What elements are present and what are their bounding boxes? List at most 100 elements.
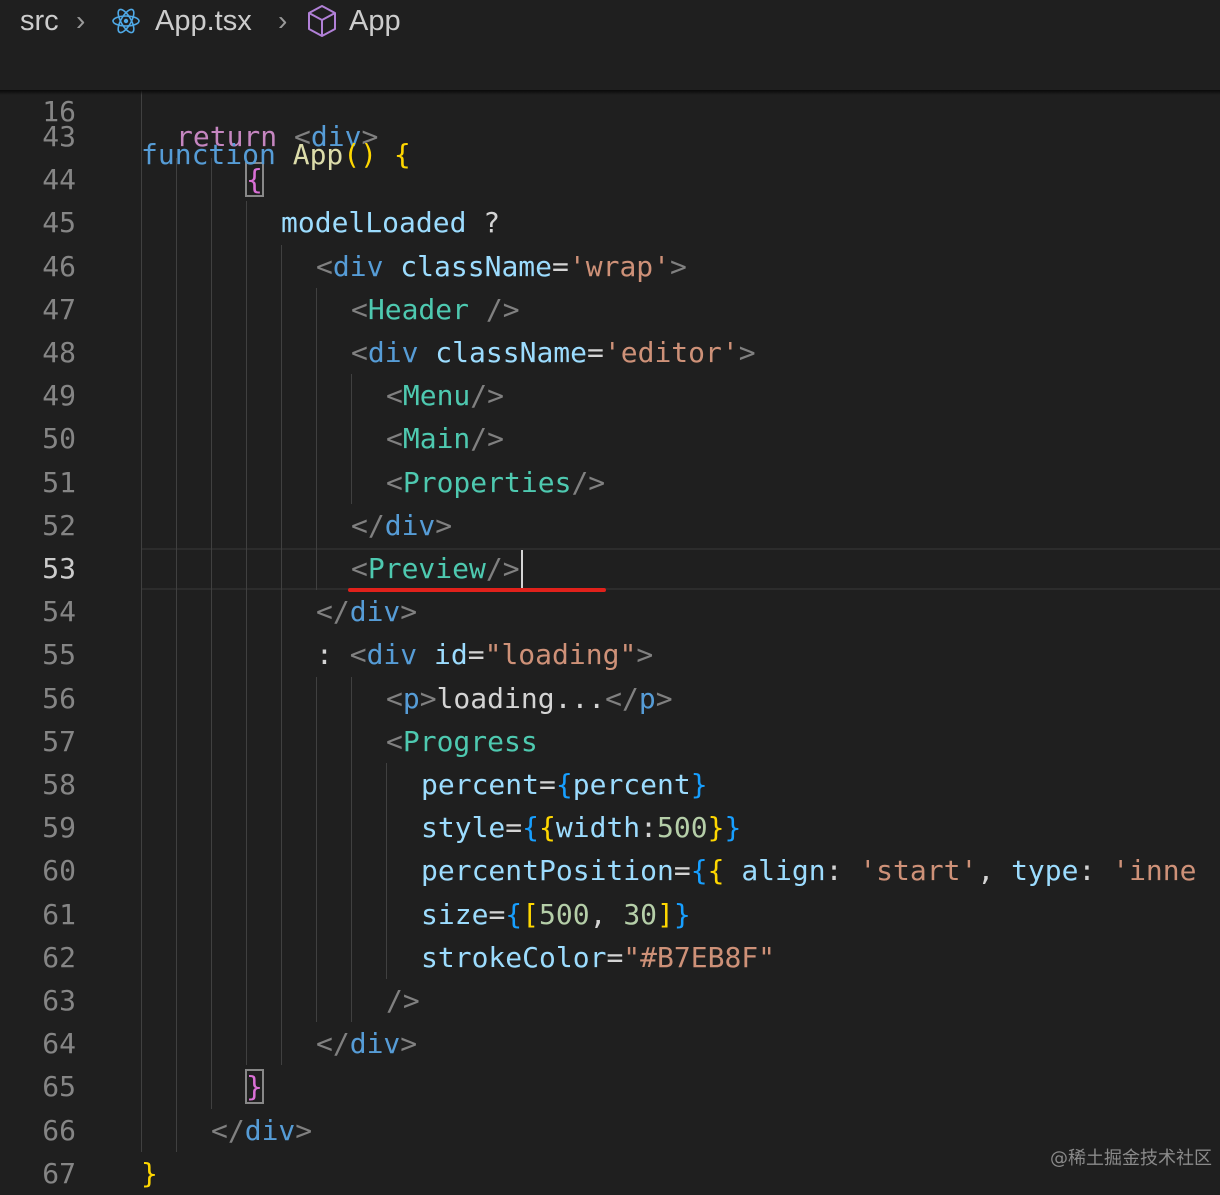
code-token: { — [707, 854, 725, 888]
code-token: } — [690, 768, 708, 801]
code-token: Properties — [402, 465, 572, 499]
code-token: div — [384, 508, 436, 542]
code-token: </ — [605, 681, 639, 715]
code-line[interactable]: 62 strokeColor="#B7EB8F" — [0, 936, 1220, 979]
code-token: = — [539, 768, 556, 801]
line-number: 53 — [42, 552, 76, 585]
code-line[interactable]: 45 modelLoaded ? — [0, 201, 1220, 244]
line-number: 46 — [42, 249, 76, 283]
chevron-right-icon: › — [278, 5, 288, 36]
code-line[interactable]: 46 <div className='wrap'> — [0, 245, 1220, 288]
code-token: = — [552, 249, 569, 283]
code-token: /> — [485, 292, 520, 326]
code-token: > — [670, 249, 687, 283]
code-token: { — [522, 811, 540, 845]
breadcrumb: src › App.tsx › App — [0, 0, 1220, 42]
code-token: } — [245, 1069, 264, 1105]
code-token: } — [141, 1156, 158, 1190]
code-token: , — [589, 897, 624, 931]
code-token: modelLoaded — [281, 206, 467, 240]
breadcrumb-item-file[interactable]: App.tsx — [155, 3, 252, 39]
code-line[interactable]: 65} — [0, 1065, 1220, 1108]
code-token: < — [386, 422, 403, 456]
code-token: < — [351, 336, 368, 369]
breadcrumb-item-symbol[interactable]: App — [349, 3, 401, 39]
code-text: <Progress — [386, 720, 538, 763]
sticky-scroll-line[interactable]: 16 function App() { — [0, 47, 1220, 171]
code-token: style — [421, 811, 506, 845]
code-token: } — [673, 897, 691, 931]
code-token: : — [640, 811, 658, 845]
code-token: </ — [316, 595, 350, 629]
code-line[interactable]: 51 <Properties/> — [0, 461, 1220, 504]
code-line[interactable]: 48 <div className='editor'> — [0, 331, 1220, 374]
code-line[interactable]: 64 </div> — [0, 1022, 1220, 1065]
code-text: style={{width:500}} — [421, 806, 741, 849]
code-line[interactable]: 59 style={{width:500}} — [0, 806, 1220, 849]
code-line[interactable]: 55: <div id="loading"> — [0, 633, 1220, 676]
code-token: < — [316, 249, 333, 283]
code-line[interactable]: 61 size={[500, 30]} — [0, 893, 1220, 936]
react-icon — [112, 8, 140, 34]
code-text: <div className='editor'> — [351, 331, 756, 374]
code-line[interactable]: 52 </div> — [0, 504, 1220, 547]
code-token: < — [386, 465, 403, 499]
code-token: : — [825, 854, 860, 888]
code-line[interactable]: 60 percentPosition={{ align: 'start', typ… — [0, 849, 1220, 892]
code-token: percent — [421, 768, 540, 801]
code-token: , — [977, 854, 1012, 888]
sticky-shadow — [0, 90, 1220, 95]
code-line[interactable]: 54 </div> — [0, 590, 1220, 633]
code-text: size={[500, 30]} — [421, 893, 691, 936]
code-token: ] — [657, 897, 674, 931]
code-token: percent — [572, 768, 691, 801]
code-token: Progress — [402, 724, 538, 758]
code-token: div — [244, 1113, 296, 1147]
code-line[interactable]: 57 <Progress — [0, 720, 1220, 763]
code-text: </div> — [316, 1022, 417, 1065]
code-token: loading... — [436, 681, 606, 715]
code-text: } — [141, 1152, 158, 1195]
code-token: { — [393, 138, 411, 171]
code-token: type — [1011, 854, 1079, 888]
code-line[interactable]: 66 </div> — [0, 1109, 1220, 1152]
code-token: > — [655, 681, 673, 715]
code-token: ? — [466, 206, 501, 240]
code-line[interactable]: 63 /> — [0, 979, 1220, 1022]
line-number: 56 — [42, 681, 76, 715]
code-token: } — [707, 811, 725, 845]
line-number: 57 — [42, 724, 76, 758]
code-text: </div> — [351, 504, 452, 547]
code-token: 30 — [623, 897, 658, 931]
code-line[interactable]: 56 <p>loading...</p> — [0, 677, 1220, 720]
code-token: className — [435, 336, 588, 369]
code-text: : <div id="loading"> — [316, 633, 653, 676]
line-number: 16 — [42, 95, 76, 128]
code-line[interactable]: 47 <Header /> — [0, 288, 1220, 331]
code-line[interactable]: 50 <Main/> — [0, 417, 1220, 460]
code-line[interactable]: 58 percent={percent} — [0, 763, 1220, 806]
code-token: > — [738, 336, 756, 369]
breadcrumb-item-src[interactable]: src — [20, 3, 59, 39]
code-token: /> — [470, 422, 505, 456]
code-line[interactable]: 49 <Menu/> — [0, 374, 1220, 417]
code-text: percentPosition={{ align: 'start', type:… — [421, 849, 1197, 892]
line-number: 54 — [42, 595, 76, 629]
code-token: > — [295, 1113, 313, 1147]
code-token: Preview — [367, 552, 486, 585]
code-token: [ — [522, 897, 540, 931]
code-token: > — [419, 681, 437, 715]
code-token: = — [673, 854, 691, 888]
code-token: > — [435, 508, 453, 542]
code-text: <Menu/> — [386, 374, 504, 417]
code-text: /> — [386, 979, 420, 1022]
code-token: size — [421, 897, 489, 931]
code-token: { — [690, 854, 708, 888]
code-line[interactable]: 53 <Preview/> — [0, 547, 1220, 590]
code-token: = — [587, 336, 604, 369]
code-line[interactable]: 67} — [0, 1152, 1220, 1195]
code-token: App — [292, 138, 344, 171]
